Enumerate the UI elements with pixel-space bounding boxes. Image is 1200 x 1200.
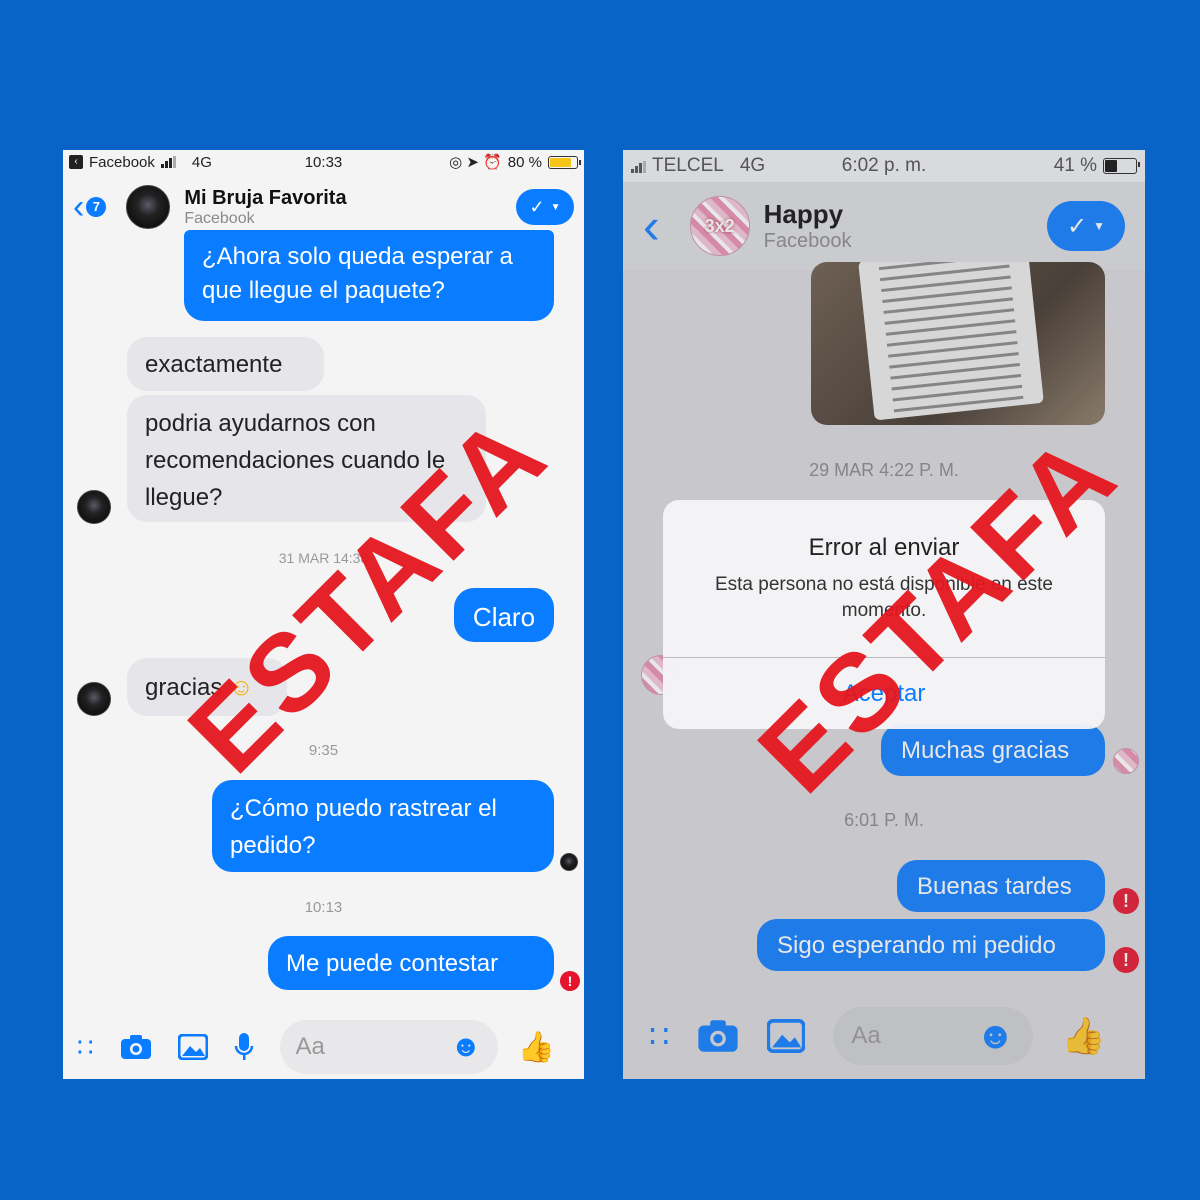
battery-icon xyxy=(548,155,581,169)
message-input[interactable]: Aa ☻ xyxy=(279,1020,498,1074)
smiley-icon[interactable]: ☻ xyxy=(450,1030,482,1064)
signal-icon xyxy=(631,159,646,173)
status-app: Facebook xyxy=(89,153,155,171)
sender-avatar[interactable] xyxy=(77,490,111,524)
status-carrier: TELCEL xyxy=(652,155,724,176)
contact-name[interactable]: Mi Bruja Favorita xyxy=(184,187,346,210)
message-bubble[interactable]: ¿Ahora solo queda esperar a que llegue e… xyxy=(184,230,554,321)
right-screenshot: TELCEL 4G 6:02 p. m. 41 % ‹ 3x2 Happy Fa… xyxy=(623,150,1145,1079)
message-text: exactamente xyxy=(145,351,283,378)
status-network: 4G xyxy=(191,153,212,171)
left-screenshot: ‹ Facebook 4G 10:33 ◎ ➤ ⏰ 80 % ‹ 7 Mi Br… xyxy=(63,150,584,1079)
message-bubble[interactable]: ¿Cómo puedo rastrear el pedido? xyxy=(212,780,554,872)
contact-avatar[interactable] xyxy=(126,185,171,229)
timestamp: 10:13 xyxy=(304,899,343,916)
sender-avatar[interactable] xyxy=(77,682,111,716)
back-button[interactable]: ‹ 7 xyxy=(73,187,107,227)
message-text: Claro xyxy=(472,602,536,632)
read-receipt-avatar xyxy=(560,853,578,871)
like-icon[interactable]: 👍 xyxy=(518,1030,555,1065)
contact-subtitle: Facebook xyxy=(184,209,255,227)
signal-icon xyxy=(160,156,176,168)
composer-bar: ∷ Aa ☻ 👍 xyxy=(63,1015,584,1079)
message-bubble[interactable]: exactamente xyxy=(127,337,324,391)
message-bubble[interactable]: Claro xyxy=(454,588,554,642)
timestamp: 9:35 xyxy=(308,742,339,759)
status-battery-text: 41 % xyxy=(1053,155,1097,176)
apps-icon[interactable]: ∷ xyxy=(77,1032,94,1063)
send-error-icon[interactable]: ! xyxy=(560,971,580,991)
options-button[interactable]: ✓ ▼ xyxy=(516,189,574,225)
status-network: 4G xyxy=(739,155,766,176)
unread-badge: 7 xyxy=(86,197,107,217)
caret-down-icon: ▼ xyxy=(550,201,561,213)
message-text: ¿Cómo puedo rastrear el pedido? xyxy=(230,795,497,860)
status-time: 6:02 p. m. xyxy=(841,155,927,176)
status-time: 10:33 xyxy=(304,153,343,171)
microphone-icon[interactable] xyxy=(234,1032,254,1062)
message-input-placeholder: Aa xyxy=(295,1033,325,1060)
status-battery-text: 80 % xyxy=(507,153,542,171)
check-icon: ✓ xyxy=(529,196,545,217)
back-to-app-icon[interactable]: ‹ xyxy=(69,155,83,169)
message-bubble[interactable]: Me puede contestar xyxy=(268,936,554,990)
gallery-icon[interactable] xyxy=(177,1034,208,1060)
camera-icon[interactable] xyxy=(120,1034,152,1060)
status-bar: TELCEL 4G 6:02 p. m. 41 % xyxy=(623,150,1145,182)
status-icons: ◎ ➤ ⏰ xyxy=(449,154,502,171)
battery-icon xyxy=(1103,158,1140,174)
chevron-left-icon: ‹ xyxy=(73,187,85,226)
message-text: Me puede contestar xyxy=(286,950,499,977)
status-bar: ‹ Facebook 4G 10:33 ◎ ➤ ⏰ 80 % xyxy=(63,150,584,174)
message-text: ¿Ahora solo queda esperar a que llegue e… xyxy=(202,243,513,304)
